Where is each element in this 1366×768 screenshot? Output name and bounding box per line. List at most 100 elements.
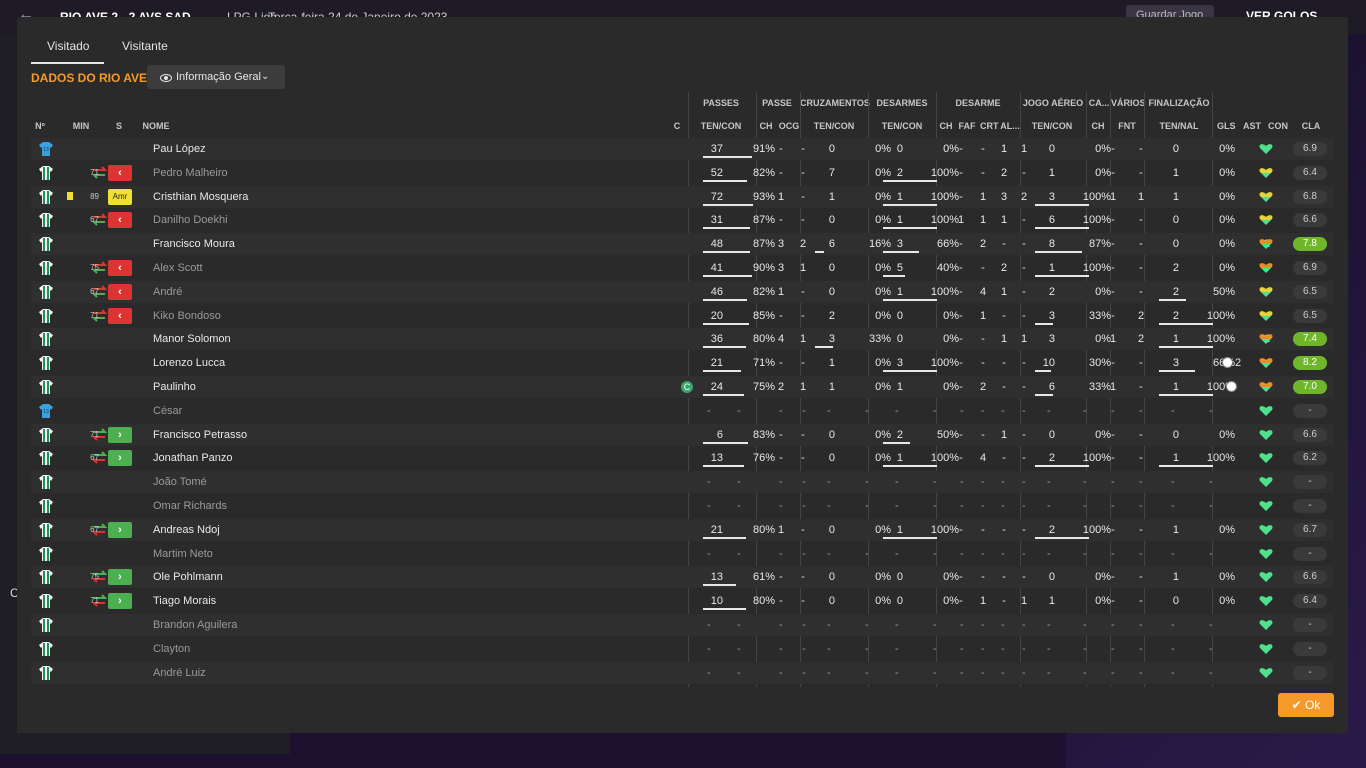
stat-d_faf: - — [981, 143, 985, 155]
header-col-ast[interactable]: AST — [1243, 121, 1261, 131]
header-col-pa_ch[interactable]: CH — [759, 121, 773, 131]
header-col-ca_ch[interactable]: CH — [1090, 121, 1106, 131]
header-col-ds_tc[interactable]: TEN/CON — [878, 121, 926, 131]
table-row[interactable]: Martim Neto-------------------- — [31, 543, 1333, 565]
shirt-icon — [38, 546, 54, 562]
header-group-passes[interactable]: PASSES — [689, 98, 753, 108]
header-col-no[interactable]: Nº — [34, 121, 46, 131]
header-group-cruz[interactable]: CRUZAMENTOS — [800, 98, 870, 108]
header-col-con[interactable]: CON — [1267, 121, 1289, 131]
table-row[interactable]: 67 › Andreas Ndoj 21 80% 0 0% 1 100% 2 100% 1 0% 1- - -… — [31, 518, 1333, 541]
player-name[interactable]: Kiko Bondoso — [153, 305, 221, 327]
stat-bar — [703, 465, 744, 468]
table-row[interactable]: 75 ‹ Alex Scott 41 90% 0 0% 5 40% 1 100% 2 0% 3 1- -2- -… — [31, 257, 1333, 279]
header-group-varios[interactable]: VÁRIOS — [1111, 98, 1146, 108]
player-name[interactable]: Cristhian Mosquera — [153, 186, 248, 208]
tab-away[interactable]: Visitante — [122, 39, 168, 53]
header-col-d_ch[interactable]: CH — [939, 121, 953, 131]
stat-bar — [883, 298, 937, 301]
table-row[interactable]: 13Pau López3791%00%00%00%00%----11---6.9 — [31, 138, 1333, 160]
stat-d_crt: 1 — [1000, 428, 1008, 441]
player-name[interactable]: Danilho Doekhi — [153, 209, 228, 231]
header-col-d_faf[interactable]: FAF — [958, 121, 976, 131]
stat-pa_ch: 3 — [777, 262, 785, 274]
table-row[interactable]: Brandon Aguilera-------------------- — [31, 614, 1333, 636]
player-name[interactable]: Paulinho — [153, 376, 196, 398]
header-col-d_al[interactable]: AL... — [1000, 121, 1020, 131]
table-row[interactable]: 67‹André4682%00%1100%20%250%1--41----6.5 — [31, 280, 1333, 303]
header-col-min[interactable]: MIN — [71, 121, 91, 131]
player-name[interactable]: Omar Richards — [153, 495, 227, 517]
header-col-c[interactable]: C — [673, 121, 681, 131]
player-name[interactable]: Francisco Moura — [153, 233, 235, 255]
player-name[interactable]: Jonathan Panzo — [153, 447, 233, 469]
header-group-final[interactable]: FINALIZAÇÃO — [1145, 98, 1213, 108]
player-name[interactable]: André Luiz — [153, 662, 206, 684]
table-row[interactable]: 71 ‹ Pedro Malheiro 52 82% 7 0% 2 100% 1 0% 1 0% - - - -… — [31, 162, 1333, 184]
table-row[interactable]: 71 › Francisco Petrasso 6 83% 0 0% 2 50% 0 0% 0 0% - -… — [31, 423, 1333, 446]
header-col-s[interactable]: S — [115, 121, 123, 131]
header-col-gls[interactable]: GLS — [1217, 121, 1236, 131]
player-name[interactable]: Pau López — [153, 138, 206, 160]
header-col-ja_tc[interactable]: TEN/CON — [1028, 121, 1076, 131]
header-group-desarme[interactable]: DESARME — [936, 98, 1020, 108]
stat-fnt: 2 — [1137, 333, 1145, 346]
table-row[interactable]: Lorenzo Lucca2171%10%3100%1030%366%-----… — [31, 352, 1333, 374]
stat-d_faf: - — [981, 571, 985, 584]
header-col-v_fnt[interactable]: FNT — [1117, 121, 1137, 131]
player-name[interactable]: João Tomé — [153, 471, 207, 493]
table-row[interactable]: André Luiz-------------------- — [31, 661, 1333, 684]
table-row[interactable]: 89 Amr Cristhian Mosquera 72 93% 1 0% 1 100% 3 100… — [31, 185, 1333, 208]
header-col-d_crt[interactable]: CRT — [980, 121, 999, 131]
table-row[interactable]: 67 › Jonathan Panzo 13 76% 0 0% 1 100% 2 100% 1 100%… — [31, 447, 1333, 469]
header-col-cz_tc[interactable]: TEN/CON — [810, 121, 858, 131]
player-name[interactable]: Pedro Malheiro — [153, 162, 228, 184]
header-group-desarmes[interactable]: DESARMES — [868, 98, 936, 108]
header-col-nome[interactable]: NOME — [136, 121, 176, 131]
stat-d_faf: - — [981, 333, 985, 346]
shirt-icon — [38, 212, 54, 228]
player-name[interactable]: Andreas Ndoj — [153, 519, 220, 541]
player-name[interactable]: André — [153, 281, 182, 303]
table-row[interactable]: PaulinhoC2475%10%10%633%1100%21-2--1--7.… — [31, 376, 1333, 398]
header-col-f_tn[interactable]: TEN/NAL — [1155, 121, 1203, 131]
player-name[interactable]: Alex Scott — [153, 257, 203, 279]
player-name[interactable]: Ole Pohlmann — [153, 566, 223, 588]
table-row[interactable]: Clayton-------------------- — [31, 638, 1333, 660]
table-row[interactable]: João Tomé-------------------- — [31, 471, 1333, 494]
table-row[interactable]: 71 › Tiago Morais 10 80% 0 0% 0 0% 1 0% 0 0% - - -1-1- -… — [31, 590, 1333, 612]
player-name[interactable]: Martim Neto — [153, 543, 213, 565]
header-col-p_tc[interactable]: TEN/CON — [697, 121, 745, 131]
view-dropdown[interactable]: Informação Geral ⌄ — [147, 65, 285, 89]
table-row[interactable]: Francisco Moura 48 87% 6 16% 3 66% 8 87% 0 0% 3 2-2-… — [31, 233, 1333, 256]
player-name[interactable]: César — [153, 400, 182, 422]
empty-stat: - — [707, 404, 711, 417]
empty-stat: - — [1047, 476, 1051, 489]
player-name[interactable]: Francisco Petrasso — [153, 424, 247, 446]
header-col-pa_ocg[interactable]: OCG — [778, 121, 800, 131]
table-row[interactable]: Manor Solomon 36 80% 3 33% 0 0% 3 0% 1 100% 4 1- -1 1 1… — [31, 328, 1333, 351]
stat-bar — [1159, 322, 1213, 325]
stat-fnt: - — [1139, 357, 1143, 370]
header-col-cla[interactable]: CLA — [1299, 121, 1323, 131]
table-row[interactable]: 67 ‹ Danilho Doekhi 31 87% 0 0% 1 100% 6 100% 0 0% - -… — [31, 209, 1333, 231]
tab-home[interactable]: Visitado — [47, 39, 89, 53]
player-name[interactable]: Tiago Morais — [153, 590, 216, 612]
table-row[interactable]: 71 ‹ Kiko Bondoso 20 85% 2 0% 0 0% 3 33% 2 100% - - -1-… — [31, 305, 1333, 327]
stat-ca: - — [1111, 428, 1115, 441]
stat-bar — [703, 536, 746, 539]
empty-stat: - — [1001, 666, 1005, 679]
player-name[interactable]: Brandon Aguilera — [153, 614, 237, 636]
ok-button[interactable]: ✔ Ok — [1278, 693, 1334, 717]
header-group-passe[interactable]: PASSE — [757, 98, 797, 108]
header-group-aereo[interactable]: JOGO AÉREO — [1020, 98, 1086, 108]
empty-stat: - — [933, 547, 937, 560]
table-row[interactable]: 13César-------------------- — [31, 400, 1333, 422]
player-name[interactable]: Lorenzo Lucca — [153, 352, 225, 374]
header-group-ca[interactable]: CA... — [1087, 98, 1111, 108]
player-name[interactable]: Clayton — [153, 638, 190, 660]
player-name[interactable]: Manor Solomon — [153, 328, 231, 350]
player-rating: 7.0 — [1293, 380, 1327, 394]
table-row[interactable]: 75 › Ole Pohlmann 13 61% 0 0% 0 0% 0 0% 1 0% - - - - - - - -… — [31, 566, 1333, 589]
table-row[interactable]: Omar Richards-------------------- — [31, 495, 1333, 517]
